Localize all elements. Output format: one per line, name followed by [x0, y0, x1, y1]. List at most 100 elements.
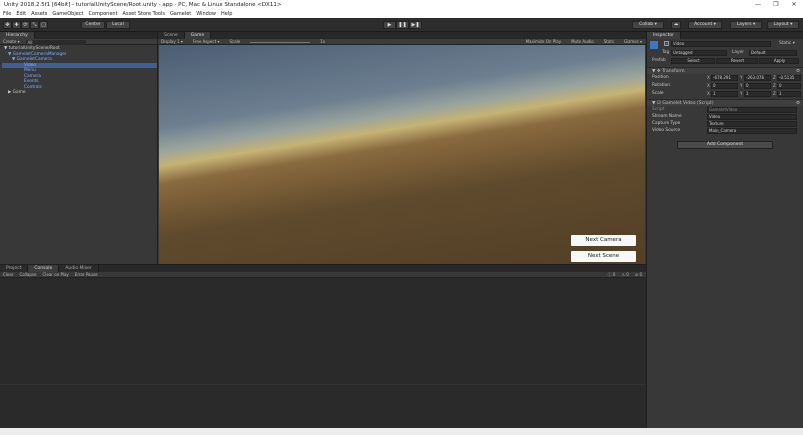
hierarchy-tree: ▼ tutorialUnityScene/Root ▼ GameletCamer… [2, 46, 157, 96]
console-clear-on-play-toggle[interactable]: Clear on Play [42, 272, 68, 277]
main-toolbar: ✥ ✚ ⟳ ⤡ ▢ Center Local ▶ ❚❚ ▶❚ Collab ▾ … [0, 18, 803, 32]
rotation-x-label: X [707, 83, 710, 88]
scale-z-field[interactable]: 1 [777, 91, 801, 97]
minimize-icon[interactable]: — [749, 0, 767, 10]
rotation-x-field[interactable]: 0 [711, 83, 738, 89]
static-dropdown[interactable]: Static ▾ [779, 41, 795, 46]
scale-y-field[interactable]: 1 [744, 91, 771, 97]
collab-dropdown[interactable]: Collab ▾ [632, 21, 664, 29]
pause-icon[interactable]: ❚❚ [396, 21, 409, 29]
position-y-field[interactable]: -263.076 [744, 75, 771, 81]
video-source-field[interactable]: Main_Camera [707, 128, 797, 134]
tag-dropdown[interactable]: Untagged [671, 50, 727, 56]
scale-slider[interactable] [250, 41, 311, 43]
menu-assets[interactable]: Assets [31, 10, 47, 18]
rect-tool-icon[interactable]: ▢ [39, 21, 48, 29]
hierarchy-search-input[interactable]: All [25, 39, 86, 45]
aspect-dropdown[interactable]: Free Aspect ▾ [193, 39, 220, 44]
tag-label: Tag [662, 50, 670, 55]
next-scene-button[interactable]: Next Scene [571, 251, 636, 262]
maximize-icon[interactable]: ❐ [767, 0, 785, 10]
script-settings-icon[interactable]: ⚙ [796, 100, 800, 107]
scale-z-label: Z [773, 91, 776, 96]
scale-tool-icon[interactable]: ⤡ [30, 21, 39, 29]
tab-game[interactable]: Game [184, 32, 212, 39]
rotation-y-label: Y [740, 83, 743, 88]
gamelet-video-header[interactable]: ▼ ☑ Gamelet Video (Script) ⚙ [647, 99, 803, 106]
tab-console[interactable]: Console [28, 265, 60, 272]
gamelet-video-title-text: Gamelet Video (Script) [662, 101, 714, 106]
close-icon[interactable]: ✕ [785, 0, 803, 10]
warning-count-badge[interactable]: ⚠ 0 [621, 272, 628, 277]
console-collapse-toggle[interactable]: Collapse [19, 272, 36, 277]
game-view-canvas[interactable]: Next Camera Next Scene [159, 45, 645, 264]
cloud-icon[interactable]: ☁ [671, 21, 681, 29]
rotation-z-field[interactable]: 0 [777, 83, 801, 89]
account-dropdown[interactable]: Account ▾ [688, 21, 722, 29]
warning-count: 0 [626, 272, 629, 277]
pivot-toggle[interactable]: Center [81, 21, 105, 29]
stream-name-label: Stream Name [652, 114, 682, 119]
position-z-field[interactable]: -0.5135 [777, 75, 801, 81]
position-x-field[interactable]: -678.291 [711, 75, 738, 81]
hierarchy-toolbar: Create ▾ All [0, 39, 157, 45]
space-toggle[interactable]: Local [106, 21, 130, 29]
prefab-select-button[interactable]: Select [671, 58, 715, 64]
game-tab-label: Game [190, 33, 205, 38]
next-camera-button[interactable]: Next Camera [571, 235, 636, 246]
layer-dropdown[interactable]: Default [749, 50, 797, 56]
active-checkbox[interactable]: ✓ [664, 41, 669, 46]
prefab-revert-button[interactable]: Revert [716, 58, 758, 64]
console-clear-button[interactable]: Clear [3, 272, 13, 277]
add-component-button[interactable]: Add Component [677, 141, 773, 149]
prefab-apply-button[interactable]: Apply [759, 58, 799, 64]
tree-item-game[interactable]: ▶ Game [2, 90, 157, 96]
error-count-badge[interactable]: ⊘ 0 [635, 272, 642, 277]
scale-x-label: X [707, 91, 710, 96]
tab-inspector[interactable]: Inspector [647, 32, 681, 39]
info-count-badge[interactable]: ⓘ 0 [608, 272, 616, 277]
menu-file[interactable]: File [3, 10, 11, 18]
create-dropdown[interactable]: Create ▾ [3, 39, 20, 44]
gizmos-dropdown[interactable]: Gizmos ▾ [624, 39, 642, 44]
display-dropdown[interactable]: Display 1 ▾ [161, 39, 183, 44]
scale-row-label: Scale [652, 91, 664, 96]
hand-tool-icon[interactable]: ✥ [3, 21, 12, 29]
capture-type-dropdown[interactable]: Texture [707, 121, 797, 127]
menu-component[interactable]: Component [89, 10, 118, 18]
stream-name-input[interactable]: Video [707, 114, 797, 120]
mute-audio-toggle[interactable]: Mute Audio [571, 39, 594, 44]
transform-title: ▼ ✥ Transform [652, 69, 685, 74]
object-name-input[interactable]: Video [671, 41, 771, 47]
console-toolbar: Clear Collapse Clear on Play Error Pause… [0, 272, 646, 278]
tab-hierarchy[interactable]: Hierarchy [0, 32, 35, 39]
menu-window[interactable]: Window [196, 10, 216, 18]
info-count: 0 [612, 272, 616, 277]
step-icon[interactable]: ▶❚ [409, 21, 422, 29]
console-error-pause-toggle[interactable]: Error Pause [75, 272, 98, 277]
rotation-y-field[interactable]: 0 [744, 83, 771, 89]
transform-header[interactable]: ▼ ✥ Transform ⚙ [647, 67, 803, 74]
gameobject-cube-icon [650, 41, 658, 49]
menu-edit[interactable]: Edit [16, 10, 26, 18]
tab-project[interactable]: Project [0, 265, 29, 272]
position-x-label: X [707, 75, 710, 80]
move-tool-icon[interactable]: ✚ [12, 21, 21, 29]
scene-tab-label: Scene [164, 33, 178, 38]
layers-dropdown[interactable]: Layers ▾ [730, 21, 762, 29]
menu-asset-store-tools[interactable]: Asset Store Tools [123, 10, 165, 18]
layout-dropdown[interactable]: Layout ▾ [767, 21, 799, 29]
tab-audio-mixer[interactable]: Audio Mixer [59, 265, 99, 272]
rotate-tool-icon[interactable]: ⟳ [21, 21, 30, 29]
menu-gamelet[interactable]: Gamelet [170, 10, 191, 18]
tab-scene[interactable]: Scene [158, 32, 185, 39]
scale-y-label: Y [740, 91, 743, 96]
maximize-on-play-toggle[interactable]: Maximize On Play [526, 39, 562, 44]
script-label: Script [652, 107, 665, 112]
play-icon[interactable]: ▶ [383, 21, 396, 29]
scale-x-field[interactable]: 1 [711, 91, 738, 97]
menu-help[interactable]: Help [221, 10, 232, 18]
transform-settings-icon[interactable]: ⚙ [796, 68, 800, 75]
menu-gameobject[interactable]: GameObject [52, 10, 83, 18]
stats-toggle[interactable]: Stats [604, 39, 614, 44]
